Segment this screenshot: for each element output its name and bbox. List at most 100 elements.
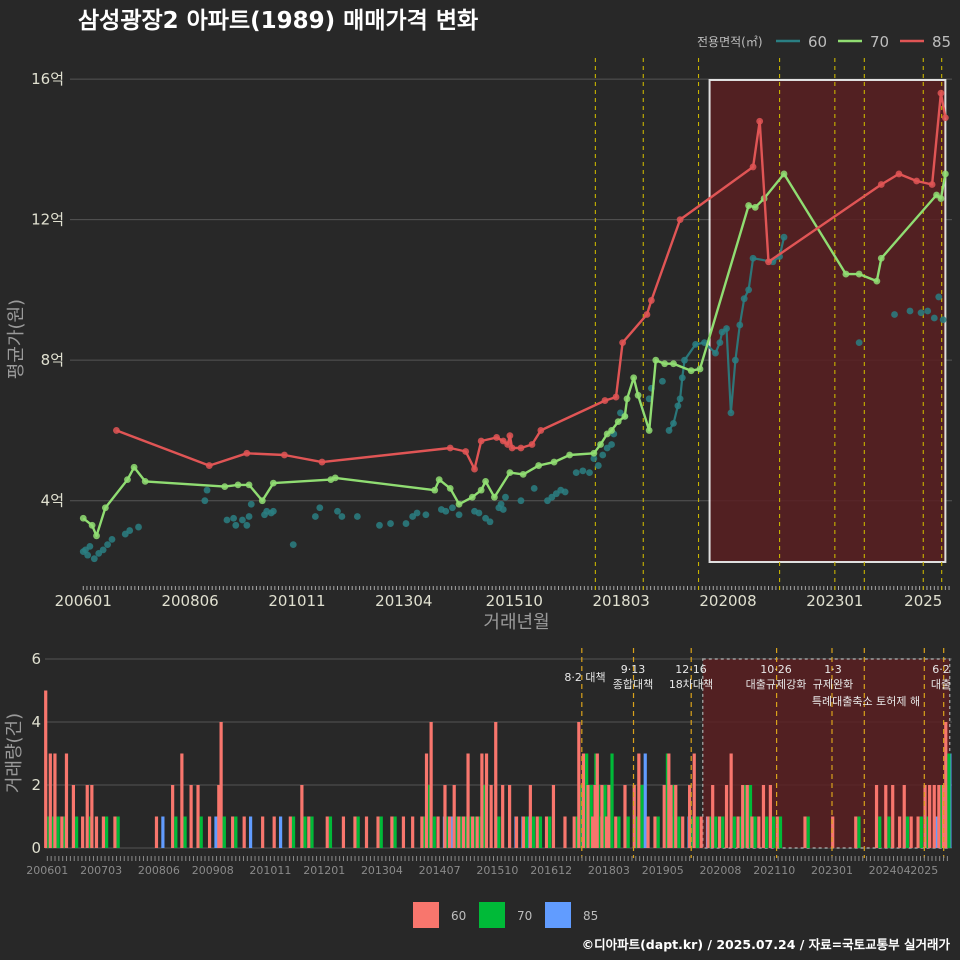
bar-60 [757, 816, 761, 848]
data-point-85 [243, 449, 251, 457]
x-tick-label-volume: 201905 [642, 864, 684, 877]
data-point-70 [124, 476, 131, 484]
data-point-60 [475, 509, 483, 517]
bar-70 [183, 816, 187, 848]
x-tick-label-volume: 201201 [303, 864, 345, 877]
data-point-85 [937, 89, 945, 97]
bar-60 [718, 816, 722, 848]
bar-60 [171, 785, 175, 848]
data-point-70 [455, 500, 463, 508]
data-point-60 [311, 513, 319, 520]
bar-60 [898, 816, 902, 848]
bar-60 [461, 816, 466, 848]
price-chart: 4억 8억 12억 16억 200601 200806 201011 201304 201510… [6, 58, 952, 633]
bar-70 [887, 816, 891, 848]
bar-60 [325, 816, 329, 848]
data-point-60 [517, 497, 525, 505]
bar-70 [640, 785, 644, 848]
data-point-70 [873, 277, 881, 285]
x-tick-label-volume: 202404 [869, 864, 911, 877]
bar-60 [724, 785, 729, 848]
bar-60 [614, 816, 618, 848]
data-point-85 [471, 465, 478, 473]
data-point-60 [674, 402, 682, 410]
bar-60 [48, 753, 52, 848]
bar-60 [288, 816, 292, 848]
data-point-85 [756, 117, 764, 125]
data-point-60 [243, 521, 251, 529]
data-point-60 [745, 286, 753, 294]
data-point-70 [590, 449, 598, 457]
bar-60 [637, 753, 641, 848]
x-tick-label: 202008 [699, 592, 756, 610]
data-point-85 [765, 258, 772, 266]
data-point-60 [891, 311, 898, 318]
bar-70 [432, 816, 436, 848]
bar-60 [551, 785, 556, 848]
data-point-60 [353, 513, 361, 520]
data-point-85 [676, 216, 684, 224]
bar-85 [248, 816, 253, 848]
data-point-70 [130, 463, 138, 471]
bar-60 [443, 785, 447, 848]
bar-60 [484, 753, 489, 848]
x-tick-label-volume: 201803 [588, 864, 630, 877]
bar-60 [741, 785, 745, 848]
data-point-60 [749, 254, 757, 262]
bar-70 [393, 816, 397, 848]
bar-60 [447, 816, 452, 848]
bar-60 [501, 785, 505, 848]
bar-70 [857, 816, 861, 848]
bar-60 [466, 753, 470, 848]
data-point-60 [780, 233, 788, 241]
data-point-60 [230, 514, 237, 522]
bar-60 [376, 816, 380, 848]
x-tick-label-volume: 200703 [80, 864, 122, 877]
data-point-70 [482, 477, 489, 485]
bar-60 [85, 785, 89, 848]
data-point-70 [614, 418, 622, 426]
data-point-60 [135, 523, 142, 531]
y-tick-label-volume: 2 [31, 776, 41, 794]
data-point-70 [245, 481, 253, 489]
y-axis-title: 평균가(원) [6, 299, 27, 379]
data-point-70 [745, 202, 753, 209]
data-point-60 [201, 497, 209, 505]
bar-60 [207, 816, 212, 848]
bar-60 [662, 785, 666, 848]
data-point-60 [203, 486, 211, 494]
data-point-70 [696, 365, 704, 373]
data-point-85 [928, 181, 936, 188]
data-point-85 [913, 177, 921, 185]
highlight-region [708, 79, 947, 563]
bar-70 [105, 816, 109, 848]
data-point-60 [712, 349, 719, 357]
policy-annotation-date: 8·2 대책 [564, 671, 605, 684]
data-point-70 [877, 254, 885, 262]
data-point-85 [877, 181, 885, 188]
x-tick-label: 201803 [593, 592, 650, 610]
y-tick-label: 12억 [31, 211, 64, 229]
bar-70 [753, 816, 757, 848]
data-point-60 [402, 520, 410, 527]
bar-60 [745, 785, 749, 848]
data-point-70 [79, 514, 87, 522]
bar-70 [497, 816, 501, 848]
bar-60 [242, 816, 246, 848]
data-point-70 [634, 391, 642, 399]
legend-label-volume-70: 70 [517, 909, 532, 923]
data-point-60 [449, 504, 456, 512]
data-point-85 [113, 427, 120, 434]
bar-85 [643, 753, 647, 848]
data-point-85 [749, 163, 757, 171]
data-point-70 [780, 170, 788, 178]
data-point-70 [221, 483, 229, 491]
bar-60 [937, 785, 941, 848]
volume-legend: 60 70 85 [413, 902, 598, 928]
chart-title: 삼성광장2 아파트(1989) 매매가격 변화 [78, 8, 478, 34]
data-point-60 [338, 513, 346, 520]
bar-60 [307, 816, 311, 848]
data-point-70 [477, 486, 485, 494]
bar-60 [480, 753, 484, 848]
bar-60 [420, 816, 424, 848]
